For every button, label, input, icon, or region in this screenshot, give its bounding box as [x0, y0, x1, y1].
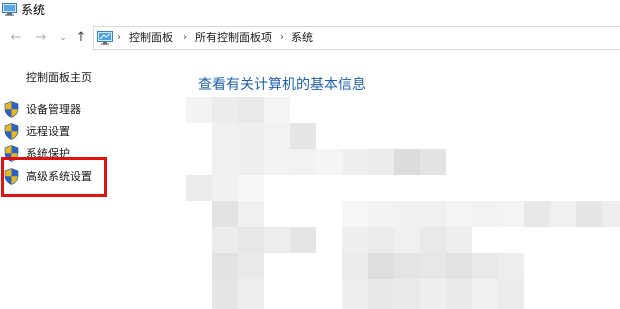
mosaic-block [498, 279, 524, 309]
mosaic-block [212, 123, 238, 149]
mosaic-block [238, 201, 264, 227]
mosaic-block [238, 253, 264, 279]
mosaic-block [524, 201, 550, 227]
mosaic-block [186, 97, 212, 123]
mosaic-block [290, 149, 316, 175]
mosaic-block [602, 201, 620, 227]
mosaic-block [264, 123, 290, 149]
mosaic-block [446, 201, 472, 227]
mosaic-block [212, 227, 238, 253]
mosaic-block [342, 253, 368, 279]
mosaic-block [420, 227, 446, 253]
mosaic-block [238, 175, 264, 201]
mosaic-block [394, 253, 420, 279]
mosaic-block [394, 227, 420, 253]
mosaic-block [446, 227, 472, 253]
mosaic-block [238, 97, 264, 123]
mosaic-block [420, 201, 446, 227]
mosaic-block [212, 149, 238, 175]
mosaic-block [368, 227, 394, 253]
mosaic-block [368, 253, 394, 279]
mosaic-block [420, 253, 446, 279]
obscured-content [0, 0, 620, 309]
mosaic-block [264, 227, 290, 253]
mosaic-block [368, 149, 394, 175]
mosaic-block [290, 123, 316, 149]
mosaic-block [264, 97, 290, 123]
mosaic-block [238, 227, 264, 253]
mosaic-block [342, 227, 368, 253]
mosaic-block [472, 201, 498, 227]
mosaic-block [576, 201, 602, 227]
mosaic-block [498, 201, 524, 227]
mosaic-block [342, 149, 368, 175]
mosaic-block [342, 201, 368, 227]
mosaic-block [186, 175, 212, 201]
mosaic-block [420, 149, 446, 175]
mosaic-block [394, 149, 420, 175]
mosaic-block [316, 149, 342, 175]
mosaic-block [472, 279, 498, 309]
mosaic-block [472, 253, 498, 279]
mosaic-block [238, 123, 264, 149]
mosaic-block [212, 97, 238, 123]
mosaic-block [264, 149, 290, 175]
mosaic-block [394, 279, 420, 309]
mosaic-block [368, 279, 394, 309]
mosaic-block [238, 149, 264, 175]
mosaic-block [368, 201, 394, 227]
mosaic-block [212, 279, 238, 309]
mosaic-block [212, 175, 238, 201]
mosaic-block [446, 279, 472, 309]
mosaic-block [342, 279, 368, 309]
mosaic-block [550, 201, 576, 227]
mosaic-block [446, 253, 472, 279]
mosaic-block [394, 201, 420, 227]
mosaic-block [290, 227, 316, 253]
mosaic-block [498, 253, 524, 279]
mosaic-block [420, 279, 446, 309]
mosaic-block [238, 279, 264, 309]
mosaic-block [212, 253, 238, 279]
mosaic-block [212, 201, 238, 227]
